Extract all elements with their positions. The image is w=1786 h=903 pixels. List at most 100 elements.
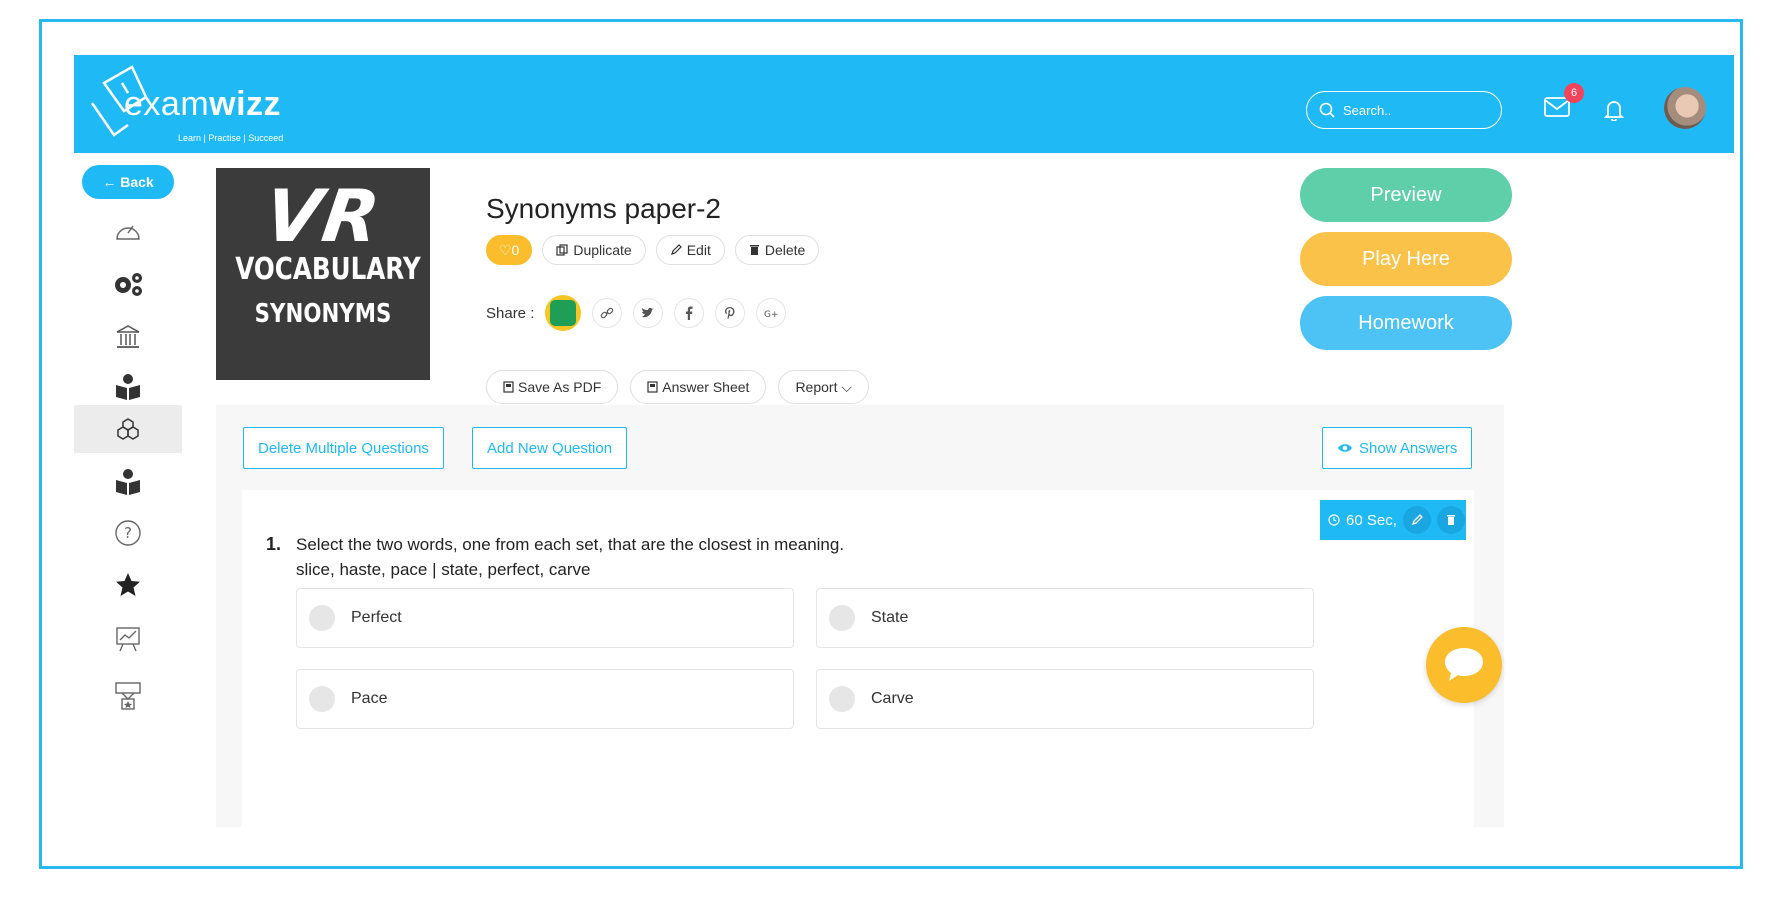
preview-button[interactable]: Preview [1300,168,1512,222]
share-row: Share : G+ [486,295,787,331]
link-icon[interactable] [592,298,623,328]
question-card: 60 Sec, 1. Select the two words, one fro… [242,490,1474,827]
edit-label: Edit [686,242,711,258]
app-window: examwizz Learn | Practise | Succeed 6 ← … [74,55,1734,827]
page-title: Synonyms paper-2 [486,193,722,224]
questions-panel: Delete Multiple Questions Add New Questi… [216,405,1504,827]
document-icon [503,381,514,393]
reader-icon [116,469,140,495]
answer-sheet-button[interactable]: Answer Sheet [630,370,767,404]
user-avatar[interactable] [1664,87,1706,129]
homework-button[interactable]: Homework [1300,296,1512,350]
logo-wordmark: examwizz [124,85,281,124]
edit-button[interactable]: Edit [655,235,725,265]
radio-button[interactable] [829,605,855,631]
logo-word-light: exam [124,85,210,123]
sidebar-item-favorites[interactable] [74,561,182,609]
google-classroom-icon[interactable] [545,295,582,331]
question-time-label: 60 Sec, [1346,511,1397,529]
search-input[interactable] [1341,101,1485,119]
pinterest-icon[interactable] [715,298,746,328]
settings-icon [115,273,142,296]
document-icon [647,381,658,393]
delete-question-button[interactable] [1436,506,1465,534]
question-timer: 60 Sec, [1320,500,1466,540]
radio-button[interactable] [309,686,335,712]
clock-icon [1328,514,1340,526]
delete-button[interactable]: Delete [734,235,820,265]
logo-word-bold: wizz [209,85,282,123]
copy-icon [556,244,568,256]
search-icon [1319,102,1335,118]
option-label: Carve [871,690,914,707]
help-icon: ? [115,520,141,546]
sidebar-item-help[interactable]: ? [74,509,182,557]
bell-icon[interactable] [1604,99,1624,121]
play-here-button[interactable]: Play Here [1300,232,1512,286]
radio-button[interactable] [829,686,855,712]
question-text: Select the two words, one from each set,… [296,532,844,582]
trash-icon [1446,515,1455,525]
delete-label: Delete [764,242,806,258]
dashboard-icon [116,225,140,240]
google-plus-icon[interactable]: G+ [756,298,787,328]
mail-count-badge: 6 [1564,83,1584,103]
question-text-line-1: Select the two words, one from each set,… [296,535,845,554]
cubes-icon [117,418,139,440]
save-pdf-label: Save As PDF [518,379,602,395]
facebook-icon[interactable] [674,298,705,328]
radio-button[interactable] [309,605,335,631]
twitter-icon[interactable] [633,298,664,328]
top-header: examwizz Learn | Practise | Succeed 6 [74,55,1734,153]
svg-text:G+: G+ [764,310,778,318]
chat-widget-button[interactable] [1426,627,1502,703]
answer-sheet-label: Answer Sheet [662,379,750,395]
answer-option[interactable]: Pace [296,669,794,729]
sidebar-item-institution[interactable] [74,313,182,361]
sidebar-item-reader-2[interactable] [74,458,182,506]
reader-icon [116,374,140,400]
add-new-question-button[interactable]: Add New Question [472,427,628,469]
show-answers-label: Show Answers [1359,439,1458,457]
paper-action-chips: ♡0 Duplicate Edit Delete [486,235,820,265]
search-box[interactable] [1306,91,1502,129]
question-number: 1. [266,534,282,554]
logo-tagline: Learn | Practise | Succeed [178,133,284,143]
back-button[interactable]: ← Back [82,165,174,199]
paper-thumbnail: VR VOCABULARY SYNONYMS [216,168,430,380]
answer-option[interactable]: Carve [816,669,1314,729]
thumbnail-line-1: VR [259,174,387,258]
sidebar-item-dashboard[interactable] [74,207,182,255]
pencil-icon [1411,514,1423,526]
duplicate-button[interactable]: Duplicate [542,235,646,265]
duplicate-label: Duplicate [573,242,632,258]
option-label: Perfect [351,609,402,626]
sidebar-item-settings[interactable] [74,260,182,308]
answer-option[interactable]: State [816,588,1314,648]
examwizz-logo[interactable]: examwizz Learn | Practise | Succeed [84,61,324,147]
share-label: Share : [486,304,535,322]
trash-icon [749,245,759,255]
report-dropdown[interactable]: Report ⌵ [778,370,869,404]
sidebar-item-award[interactable] [74,671,182,719]
sidebar-item-presentation[interactable] [74,615,182,663]
paper-export-actions: Save As PDF Answer Sheet Report ⌵ [486,370,869,404]
option-label: Pace [351,690,388,707]
question-text-line-2: slice, haste, pace | state, perfect, car… [296,560,591,579]
thumbnail-line-3: SYNONYMS [254,299,392,329]
pencil-icon [670,244,682,255]
show-answers-button[interactable]: Show Answers [1322,427,1473,469]
save-pdf-button[interactable]: Save As PDF [486,370,619,404]
like-button[interactable]: ♡0 [486,235,533,265]
option-label: State [871,609,909,626]
edit-question-button[interactable] [1402,506,1431,534]
thumbnail-line-2: VOCABULARY [235,252,421,287]
sidebar-item-cubes[interactable] [74,405,182,453]
sidebar-item-reader[interactable] [74,363,182,411]
award-icon [115,682,141,710]
delete-multiple-questions-button[interactable]: Delete Multiple Questions [243,427,444,469]
chat-bubble-icon [1445,648,1483,681]
answer-option[interactable]: Perfect [296,588,794,648]
star-icon [116,573,140,596]
eye-icon [1338,444,1352,452]
